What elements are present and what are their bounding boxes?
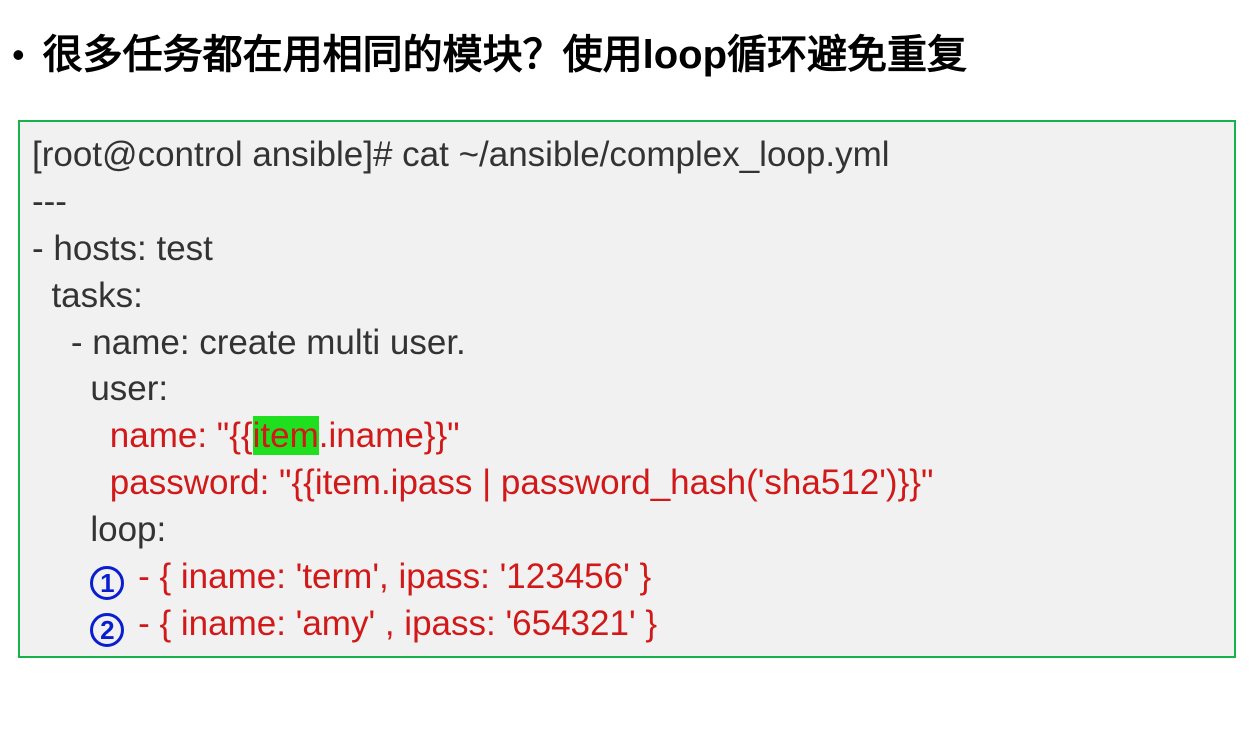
yaml-name-item-highlight: item bbox=[253, 416, 319, 455]
yaml-hosts: - hosts: test bbox=[32, 226, 1222, 273]
bullet-row: • 很多任务都在用相同的模块？使用loop循环避免重复 bbox=[0, 0, 1254, 82]
yaml-task-name: - name: create multi user. bbox=[32, 320, 1222, 367]
shell-prompt-line: [root@control ansible]# cat ~/ansible/co… bbox=[32, 132, 1222, 179]
yaml-user-key: user: bbox=[32, 366, 1222, 413]
yaml-password-line: password: "{{item.ipass | password_hash(… bbox=[32, 460, 1222, 507]
circled-number-1: 1 bbox=[90, 566, 124, 600]
loop-item-2: 2 - { iname: 'amy' , ipass: '654321' } bbox=[32, 601, 1222, 648]
yaml-name-suffix: .iname}}" bbox=[319, 416, 460, 455]
yaml-doc-start: --- bbox=[32, 179, 1222, 226]
loop-item-1-text: - { iname: 'term', ipass: '123456' } bbox=[128, 557, 651, 596]
bullet-text: 很多任务都在用相同的模块？使用loop循环避免重复 bbox=[43, 28, 967, 82]
loop-item-2-text: - { iname: 'amy' , ipass: '654321' } bbox=[128, 604, 657, 643]
circled-number-2: 2 bbox=[90, 613, 124, 647]
yaml-tasks: tasks: bbox=[32, 273, 1222, 320]
yaml-loop-key: loop: bbox=[32, 507, 1222, 554]
yaml-name-line: name: "{{item.iname}}" bbox=[32, 413, 1222, 460]
yaml-name-prefix: name: "{{ bbox=[32, 416, 253, 455]
code-block: [root@control ansible]# cat ~/ansible/co… bbox=[18, 120, 1236, 658]
loop-item-1: 1 - { iname: 'term', ipass: '123456' } bbox=[32, 554, 1222, 601]
bullet-marker: • bbox=[12, 32, 25, 79]
